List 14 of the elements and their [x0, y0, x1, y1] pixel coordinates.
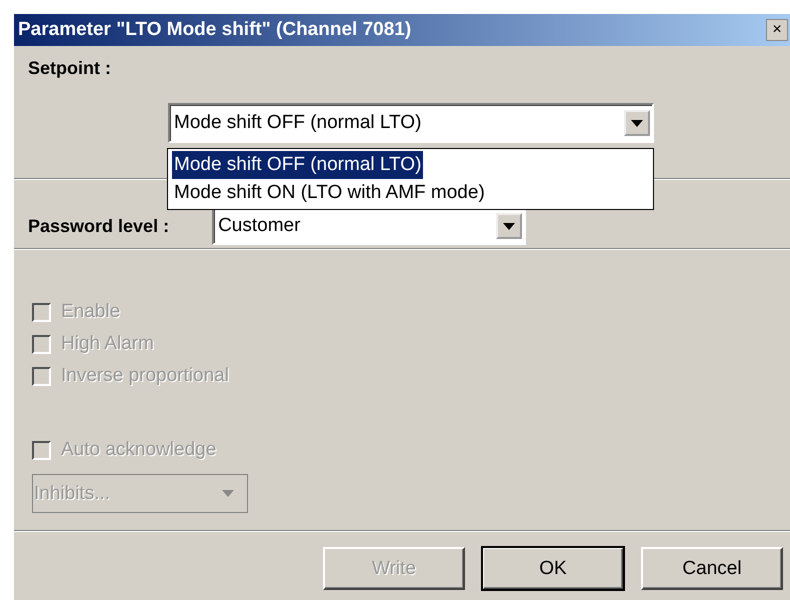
- checkbox-label: Inverse proportional: [61, 365, 229, 387]
- setpoint-label: Setpoint :: [28, 58, 112, 79]
- password-level-dropdown[interactable]: Customer: [212, 207, 526, 245]
- setpoint-dropdown[interactable]: Mode shift OFF (normal LTO): [168, 103, 654, 143]
- checkbox-label: High Alarm: [61, 333, 154, 355]
- dialog-button[interactable]: Cancel: [641, 547, 783, 590]
- password-level-label: Password level :: [28, 216, 170, 237]
- checkbox-label: Auto acknowledge: [61, 439, 216, 461]
- checkbox-label: Enable: [61, 301, 120, 323]
- dropdown-option[interactable]: Mode shift ON (LTO with AMF mode): [172, 179, 487, 207]
- window-title: Parameter "LTO Mode shift" (Channel 7081): [18, 19, 412, 41]
- close-button[interactable]: ×: [766, 19, 788, 41]
- dialog-button[interactable]: OK: [482, 547, 624, 590]
- dropdown-option[interactable]: Mode shift OFF (normal LTO): [172, 151, 424, 179]
